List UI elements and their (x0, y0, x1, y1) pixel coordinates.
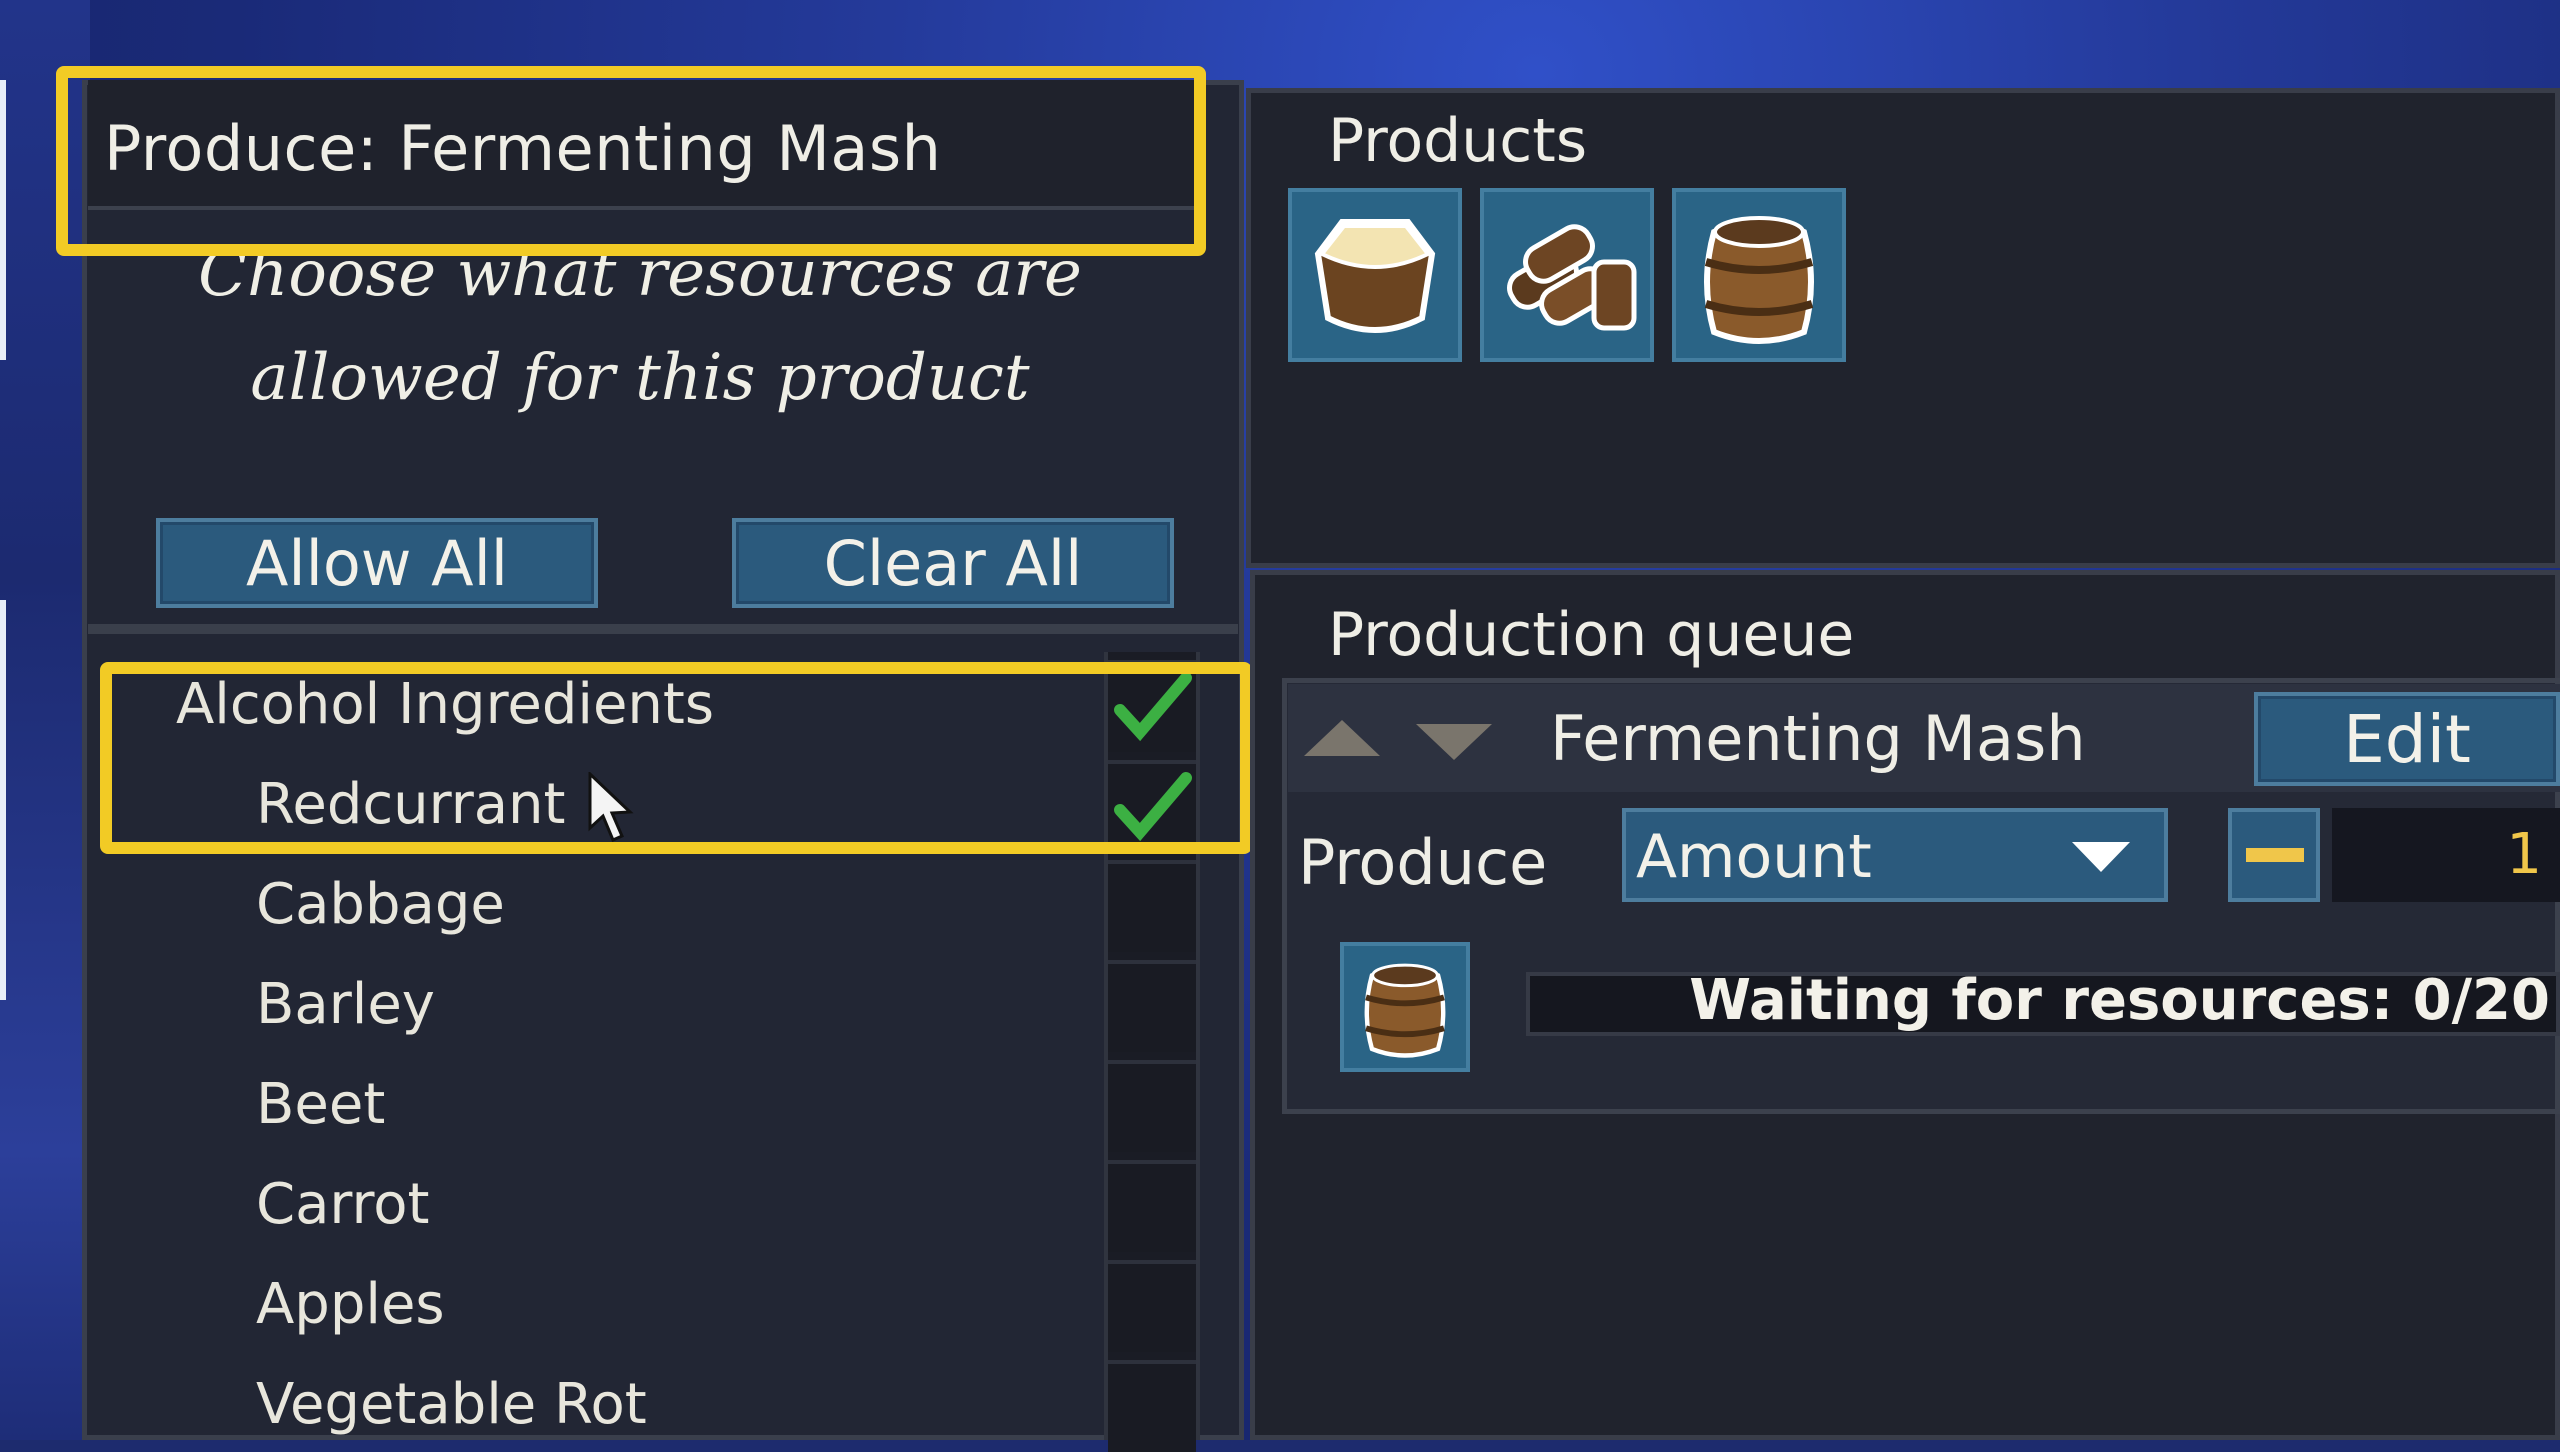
title-highlight-box (56, 66, 1206, 256)
queue-item-name: Fermenting Mash (1550, 702, 2086, 775)
firewood-stack-icon (1507, 224, 1637, 331)
product-slot-mash[interactable] (1288, 188, 1462, 362)
resource-item-vegetable-rot[interactable]: Vegetable Rot (256, 1372, 647, 1437)
resource-item-barley[interactable]: Barley (256, 972, 435, 1037)
carrot-checkbox[interactable] (1108, 1160, 1196, 1252)
coastline (0, 600, 6, 1000)
move-down-arrow-icon[interactable] (1416, 724, 1492, 760)
coastline (0, 80, 6, 360)
resource-item-apples[interactable]: Apples (256, 1272, 445, 1337)
resource-item-cabbage[interactable]: Cabbage (256, 872, 505, 937)
apples-checkbox[interactable] (1108, 1260, 1196, 1352)
ingredients-highlight-box (100, 662, 1252, 854)
decrease-amount-button[interactable] (2228, 808, 2320, 902)
produce-mode-value: Amount (1636, 822, 1872, 892)
queue-output-slot (1340, 942, 1470, 1072)
mash-bowl-icon (1314, 219, 1436, 333)
barley-checkbox[interactable] (1108, 960, 1196, 1052)
barrel-icon (1704, 216, 1814, 344)
amount-field[interactable]: 1 (2332, 808, 2560, 902)
cabbage-checkbox[interactable] (1108, 860, 1196, 952)
beet-checkbox[interactable] (1108, 1060, 1196, 1152)
description-line-2: allowed for this product (250, 341, 1030, 415)
resource-item-beet[interactable]: Beet (256, 1072, 385, 1137)
products-label: Products (1328, 106, 1588, 176)
amount-value: 1 (2506, 822, 2542, 887)
edit-button[interactable]: Edit (2254, 692, 2560, 786)
divider (88, 624, 1238, 634)
barrel-icon (1364, 963, 1446, 1058)
product-slot-barrel[interactable] (1672, 188, 1846, 362)
progress-status-text: Waiting for resources: 0/20 (1689, 968, 2550, 1033)
move-up-arrow-icon[interactable] (1304, 720, 1380, 756)
minus-icon (2246, 848, 2304, 862)
vegetable-rot-checkbox[interactable] (1108, 1360, 1196, 1452)
produce-label: Produce (1298, 826, 1548, 899)
production-queue-label: Production queue (1328, 600, 1855, 670)
resource-item-carrot[interactable]: Carrot (256, 1172, 429, 1237)
product-slot-firewood[interactable] (1480, 188, 1654, 362)
allow-all-button[interactable]: Allow All (156, 518, 598, 608)
resource-progress-bar: Waiting for resources: 0/20 (1526, 968, 2560, 1036)
produce-mode-dropdown[interactable]: Amount (1622, 808, 2168, 902)
clear-all-button[interactable]: Clear All (732, 518, 1174, 608)
chevron-down-icon (2072, 842, 2130, 872)
